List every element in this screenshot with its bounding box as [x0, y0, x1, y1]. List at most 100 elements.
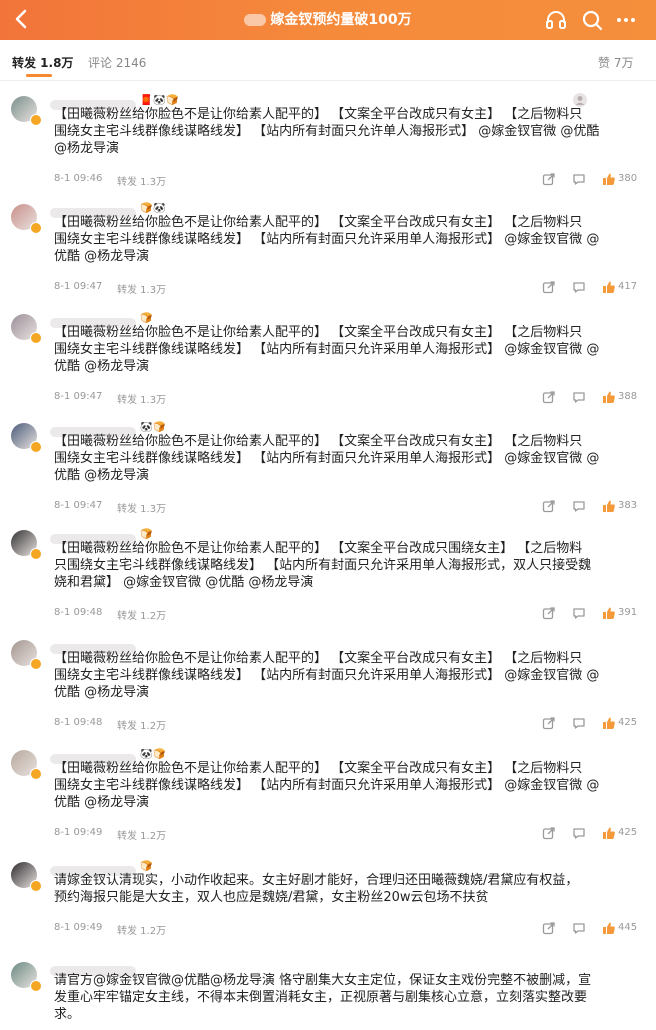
- thumbs-up-icon[interactable]: [602, 499, 616, 513]
- comment-icon[interactable]: [572, 280, 586, 294]
- share-icon[interactable]: [542, 390, 556, 404]
- like-count: 391: [618, 607, 638, 618]
- repost-count: 转发 1.3万: [117, 504, 167, 515]
- repost-text: 【田曦薇粉丝给你脸色不是让你给素人配平的】 【文案全平台改成只有女主】 【之后物…: [54, 106, 642, 157]
- comment-icon[interactable]: [572, 716, 586, 730]
- verified-badge-icon: [30, 114, 42, 126]
- repost-text-line: 娆和君黛】 @嫁金钗官微 @优酷 @杨龙导演: [54, 575, 314, 590]
- thumbs-up-icon[interactable]: [602, 606, 616, 620]
- repost-text: 请官方@嫁金钗官微@优酷@杨龙导演 恪守剧集大女主定位，保证女主戏份完整不被删减…: [54, 972, 642, 1023]
- like-count: 380: [618, 173, 638, 184]
- like-count: 383: [618, 500, 638, 511]
- timestamp: 8-1 09:47: [54, 391, 103, 402]
- verified-badge-icon: [30, 658, 42, 670]
- timestamp: 8-1 09:47: [54, 500, 103, 511]
- repost-text-line: @杨龙导演: [54, 141, 120, 156]
- like-count: 417: [618, 281, 638, 292]
- share-icon[interactable]: [542, 280, 556, 294]
- repost-text-line: 围绕女主宅斗线群像线谋略线发】 【站内所有封面只允许单人海报形式】 @嫁金钗官微…: [54, 124, 600, 139]
- comment-icon[interactable]: [572, 499, 586, 513]
- repost-text-line: 【田曦薇粉丝给你脸色不是让你给素人配平的】 【文案全平台改成只有女主】 【之后物…: [54, 651, 583, 666]
- repost-text: 【田曦薇粉丝给你脸色不是让你给素人配平的】 【文案全平台改成只有女主】 【之后物…: [54, 433, 642, 484]
- repost-text-line: 围绕女主宅斗线群像线谋略线发】 【站内所有封面只允许采用单人海报形式】 @嫁金钗…: [54, 451, 600, 466]
- more-icon[interactable]: [614, 8, 638, 32]
- repost-count: 转发 1.3万: [117, 395, 167, 406]
- repost-text-line: 只围绕女主宅斗线群像线谋略线发】 【站内所有封面只允许采用单人海报形式，双人只接…: [54, 558, 592, 573]
- repost-text-line: 【田曦薇粉丝给你脸色不是让你给素人配平的】 【文案全平台改成只有女主】 【之后物…: [54, 761, 583, 776]
- timestamp: 8-1 09:48: [54, 717, 103, 728]
- top-bar: 嫁金钗预约量破100万: [0, 0, 656, 40]
- repost-text-line: 围绕女主宅斗线群像线谋略线发】 【站内所有封面只允许采用单人海报形式】 @嫁金钗…: [54, 342, 600, 357]
- search-icon[interactable]: [580, 8, 604, 32]
- share-icon[interactable]: [542, 826, 556, 840]
- repost-count: 转发 1.2万: [117, 926, 167, 937]
- timestamp: 8-1 09:49: [54, 922, 103, 933]
- tab-comments[interactable]: 评论 2146: [88, 54, 146, 71]
- repost-text-line: 【田曦薇粉丝给你脸色不是让你给素人配平的】 【文案全平台改成只有女主】 【之后物…: [54, 107, 583, 122]
- timestamp: 8-1 09:47: [54, 281, 103, 292]
- repost-text-line: 求。: [54, 1007, 81, 1022]
- comment-icon[interactable]: [572, 826, 586, 840]
- repost-text-line: 优酷 @杨龙导演: [54, 359, 150, 374]
- repost-text: 【田曦薇粉丝给你脸色不是让你给素人配平的】 【文案全平台改成只有女主】 【之后物…: [54, 324, 642, 375]
- repost-text-line: 优酷 @杨龙导演: [54, 468, 150, 483]
- like-count: 425: [618, 827, 638, 838]
- timestamp: 8-1 09:48: [54, 607, 103, 618]
- repost-text-line: 优酷 @杨龙导演: [54, 249, 150, 264]
- thumbs-up-icon[interactable]: [602, 390, 616, 404]
- verified-badge-icon: [30, 548, 42, 560]
- repost-text-line: 【田曦薇粉丝给你脸色不是让你给素人配平的】 【文案全平台改成只有女主】 【之后物…: [54, 325, 583, 340]
- thumbs-up-icon[interactable]: [602, 921, 616, 935]
- repost-text-line: 请嫁金钗认清现实，小动作收起来。女主好剧才能好，合理归还田曦薇魏娆/君黛应有权益…: [54, 873, 579, 888]
- thumbs-up-icon[interactable]: [602, 280, 616, 294]
- verified-badge-icon: [30, 980, 42, 992]
- thumbs-up-icon[interactable]: [602, 826, 616, 840]
- tab-forward[interactable]: 转发 1.8万: [12, 54, 73, 71]
- repost-text-line: 【田曦薇粉丝给你脸色不是让你给素人配平的】 【文案全平台改成只围绕女主】 【之后…: [54, 541, 583, 556]
- share-icon[interactable]: [542, 716, 556, 730]
- tab-likes[interactable]: 赞 7万: [598, 54, 633, 71]
- timestamp: 8-1 09:46: [54, 173, 103, 184]
- comment-icon[interactable]: [572, 921, 586, 935]
- repost-text-line: 请官方@嫁金钗官微@优酷@杨龙导演 恪守剧集大女主定位，保证女主戏份完整不被删减…: [54, 973, 592, 988]
- repost-text-line: 【田曦薇粉丝给你脸色不是让你给素人配平的】 【文案全平台改成只有女主】 【之后物…: [54, 215, 583, 230]
- repost-text-line: 发重心牢牢锚定女主线，不得本末倒置消耗女主，正视原著与剧集核心立意，立刻落实整改…: [54, 990, 588, 1005]
- page-title-text: 嫁金钗预约量破100万: [270, 12, 412, 28]
- share-icon[interactable]: [542, 172, 556, 186]
- like-count: 445: [618, 922, 638, 933]
- verified-badge-icon: [30, 768, 42, 780]
- repost-count: 转发 1.2万: [117, 721, 167, 732]
- repost-text: 【田曦薇粉丝给你脸色不是让你给素人配平的】 【文案全平台改成只围绕女主】 【之后…: [54, 540, 642, 591]
- verified-badge-icon: [30, 332, 42, 344]
- repost-text: 【田曦薇粉丝给你脸色不是让你给素人配平的】 【文案全平台改成只有女主】 【之后物…: [54, 760, 642, 811]
- verified-badge-icon: [30, 441, 42, 453]
- repost-text-line: 优酷 @杨龙导演: [54, 795, 150, 810]
- repost-text-line: 围绕女主宅斗线群像线谋略线发】 【站内所有封面只允许采用单人海报形式】 @嫁金钗…: [54, 778, 600, 793]
- verified-badge-icon: [30, 880, 42, 892]
- active-tab-indicator: [26, 74, 52, 77]
- comment-icon[interactable]: [572, 390, 586, 404]
- repost-count: 转发 1.2万: [117, 611, 167, 622]
- comment-icon[interactable]: [572, 606, 586, 620]
- repost-count: 转发 1.2万: [117, 831, 167, 842]
- repost-text-line: 围绕女主宅斗线群像线谋略线发】 【站内所有封面只允许采用单人海报形式】 @嫁金钗…: [54, 232, 600, 247]
- repost-count: 转发 1.3万: [117, 285, 167, 296]
- like-count: 388: [618, 391, 638, 402]
- verified-badge-icon: [30, 222, 42, 234]
- thumbs-up-icon[interactable]: [602, 716, 616, 730]
- tab-bar: 转发 1.8万 评论 2146 赞 7万: [0, 40, 656, 107]
- timestamp: 8-1 09:49: [54, 827, 103, 838]
- repost-text-line: 【田曦薇粉丝给你脸色不是让你给素人配平的】 【文案全平台改成只有女主】 【之后物…: [54, 434, 583, 449]
- repost-text: 请嫁金钗认清现实，小动作收起来。女主好剧才能好，合理归还田曦薇魏娆/君黛应有权益…: [54, 872, 642, 906]
- comment-icon[interactable]: [572, 172, 586, 186]
- like-count: 425: [618, 717, 638, 728]
- blurred-logo: [244, 14, 267, 26]
- thumbs-up-icon[interactable]: [602, 172, 616, 186]
- share-icon[interactable]: [542, 606, 556, 620]
- share-icon[interactable]: [542, 921, 556, 935]
- repost-count: 转发 1.3万: [117, 177, 167, 188]
- share-icon[interactable]: [542, 499, 556, 513]
- repost-text-line: 预约海报只能是大女主，双人也应是魏娆/君黛，女主粉丝20w云包场不扶贫: [54, 890, 489, 905]
- headset-icon[interactable]: [544, 8, 568, 32]
- repost-text: 【田曦薇粉丝给你脸色不是让你给素人配平的】 【文案全平台改成只有女主】 【之后物…: [54, 650, 642, 701]
